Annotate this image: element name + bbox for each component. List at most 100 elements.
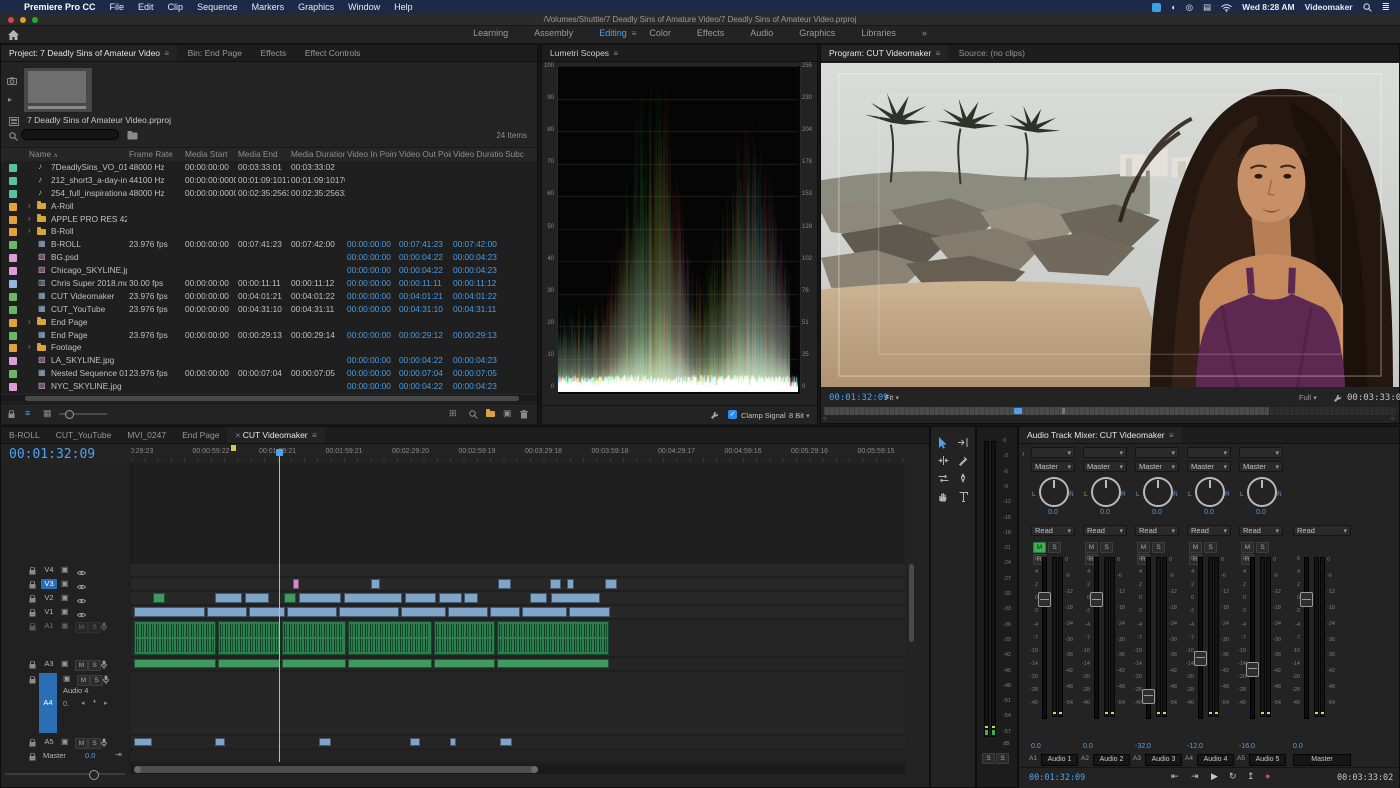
loop-icon[interactable]: ↻ xyxy=(1229,771,1237,782)
fader-handle[interactable] xyxy=(1038,592,1051,607)
input-select[interactable]: ▾ xyxy=(1031,447,1075,458)
readonly-lock-icon[interactable] xyxy=(8,409,15,419)
column-video-out-point[interactable]: Video Out Point xyxy=(397,148,451,161)
bin-row[interactable]: ›APPLE PRO RES 422 (OSX) xyxy=(1,213,537,226)
sequence-marker[interactable] xyxy=(231,445,236,451)
goto-out-icon[interactable]: ⇥ xyxy=(1191,771,1199,782)
meter-solo-left[interactable]: S xyxy=(982,753,995,764)
menu-user[interactable]: Videomaker xyxy=(1305,2,1353,12)
column-media-end[interactable]: Media End xyxy=(236,148,289,161)
pan-value[interactable]: 0.0 xyxy=(1185,509,1233,516)
menu-edit[interactable]: Edit xyxy=(138,2,154,12)
fader-handle[interactable] xyxy=(1300,592,1313,607)
delete-icon[interactable] xyxy=(520,409,528,419)
track-name-field[interactable]: Audio 1 xyxy=(1041,754,1078,766)
track-select-forward-tool[interactable] xyxy=(955,437,971,451)
icon-view-icon[interactable]: ▦ xyxy=(43,408,52,419)
meter-solo-right[interactable]: S xyxy=(996,753,1009,764)
notification-center-icon[interactable]: ≣ xyxy=(1382,2,1390,13)
output-bus-select[interactable]: Master▾ xyxy=(1239,461,1283,472)
pan-value[interactable]: 0.0 xyxy=(1133,509,1181,516)
scrubber-right-handle[interactable]: ○ xyxy=(1391,416,1395,422)
solo-button[interactable]: S xyxy=(1152,542,1165,553)
tab-bin-end-page[interactable]: Bin: End Page xyxy=(180,45,250,61)
timeline-vscrollbar[interactable] xyxy=(909,564,914,642)
fader-handle[interactable] xyxy=(1142,689,1155,704)
camera-icon[interactable]: ◎ xyxy=(1186,2,1193,13)
thumbnail-zoom-slider[interactable] xyxy=(59,413,107,415)
timeline-timecode[interactable]: 00:01:32:09 xyxy=(9,447,95,462)
sequence-tab-b-roll[interactable]: B-ROLL xyxy=(1,427,48,443)
column-video-in-point[interactable]: Video In Point xyxy=(345,148,397,161)
output-bus-select[interactable]: Master▾ xyxy=(1031,461,1075,472)
mute-button[interactable]: M xyxy=(1241,542,1254,553)
bin-row[interactable]: ›End Page xyxy=(1,316,537,329)
tab-lumetri-scopes[interactable]: Lumetri Scopes ≡ xyxy=(542,45,626,61)
tab-audio-track-mixer[interactable]: Audio Track Mixer: CUT Videomaker ≡ xyxy=(1019,427,1182,444)
pan-knob[interactable] xyxy=(1143,477,1173,507)
column-frame-rate[interactable]: Frame Rate xyxy=(127,148,183,161)
program-scrubber[interactable] xyxy=(824,407,1396,415)
workspace-tab-audio[interactable]: Audio xyxy=(737,26,786,40)
program-timecode[interactable]: 00:01:32:09 xyxy=(829,393,889,403)
playback-resolution-select[interactable]: Full ▾ xyxy=(1299,393,1317,402)
sequence-tab-cut_youtube[interactable]: CUT_YouTube xyxy=(48,427,120,443)
bin-hscrollbar[interactable] xyxy=(1,395,537,402)
program-video[interactable] xyxy=(821,63,1399,387)
output-bus-select[interactable]: Master▾ xyxy=(1187,461,1231,472)
list-view-icon[interactable]: ≡ xyxy=(25,408,30,418)
fader-groove[interactable] xyxy=(1198,557,1203,719)
bin-row[interactable]: ›B-Roll xyxy=(1,225,537,238)
bin-row[interactable]: ♪212_short3_a-day-in-the-su44100 Hz00:00… xyxy=(1,174,537,187)
fader-handle[interactable] xyxy=(1194,651,1207,666)
column-media-start[interactable]: Media Start xyxy=(183,148,236,161)
poster-frame-camera-icon[interactable] xyxy=(7,75,17,85)
goto-in-icon[interactable]: ⇤ xyxy=(1171,771,1179,782)
volume-value[interactable]: 0.0 xyxy=(1083,743,1093,750)
bit-depth-select[interactable]: 8 Bit ▾ xyxy=(789,411,810,420)
workspace-tab-learning[interactable]: Learning xyxy=(460,26,521,40)
workspace-tab-graphics[interactable]: Graphics xyxy=(786,26,848,40)
bin-row[interactable]: ♪7DeadlySins_VO_01.wav48000 Hz00:00:00:0… xyxy=(1,161,537,174)
volume-value[interactable]: -12.0 xyxy=(1187,743,1203,750)
fader-groove[interactable] xyxy=(1250,557,1255,719)
mute-button[interactable]: M xyxy=(1033,542,1046,553)
workspace-tab-effects[interactable]: Effects xyxy=(684,26,737,40)
pan-knob[interactable] xyxy=(1039,477,1069,507)
app-status-icon[interactable] xyxy=(1152,3,1161,12)
preview-thumbnail[interactable] xyxy=(23,67,93,113)
fader-handle[interactable] xyxy=(1090,592,1103,607)
volume-value[interactable]: 0.0 xyxy=(1031,743,1041,750)
clamp-signal-checkbox[interactable]: ✓ xyxy=(728,410,737,419)
bin-row[interactable]: ▦Nested Sequence 0123.976 fps00:00:00:00… xyxy=(1,367,537,380)
bin-row[interactable]: ›A-Roll xyxy=(1,200,537,213)
tab-effects[interactable]: Effects xyxy=(252,45,294,61)
menu-clock[interactable]: Wed 8:28 AM xyxy=(1242,2,1294,12)
bin-row[interactable]: ♪254_full_inspirational-outro48000 Hz00:… xyxy=(1,187,537,200)
new-item-icon[interactable]: ▣ xyxy=(503,408,512,419)
bin-row[interactable]: ▦CUT_YouTube23.976 fps00:00:00:0000:04:3… xyxy=(1,303,537,316)
ripple-edit-tool[interactable] xyxy=(935,455,951,469)
pan-value[interactable]: 0.0 xyxy=(1081,509,1129,516)
automation-mode-select[interactable]: Read▾ xyxy=(1135,525,1179,536)
sequence-tab-end-page[interactable]: End Page xyxy=(174,427,227,443)
input-select[interactable]: ▾ xyxy=(1135,447,1179,458)
mute-button[interactable]: M xyxy=(1137,542,1150,553)
menu-graphics[interactable]: Graphics xyxy=(298,2,334,12)
tab-project[interactable]: Project: 7 Deadly Sins of Amateur Video … xyxy=(1,45,177,62)
output-bus-select[interactable]: Master▾ xyxy=(1083,461,1127,472)
tab-source[interactable]: Source: (no clips) xyxy=(951,45,1033,61)
volume-value[interactable]: 0.0 xyxy=(1293,743,1303,750)
input-select[interactable]: ▾ xyxy=(1239,447,1283,458)
razor-tool[interactable] xyxy=(955,455,971,469)
play-preview-icon[interactable]: ▸ xyxy=(8,95,12,104)
track-name-field[interactable]: Audio 3 xyxy=(1145,754,1182,766)
automation-mode-select[interactable]: Read▾ xyxy=(1239,525,1283,536)
spotlight-icon[interactable] xyxy=(1363,2,1372,12)
bin-row[interactable]: ▥Chris Super 2018.mov30.00 fps00:00:00:0… xyxy=(1,277,537,290)
app-menu[interactable]: Premiere Pro CC xyxy=(24,2,96,12)
pan-knob[interactable] xyxy=(1247,477,1277,507)
bin-row[interactable]: ▦B-ROLL23.976 fps00:00:00:0000:07:41:230… xyxy=(1,238,537,251)
input-select[interactable]: ▾ xyxy=(1187,447,1231,458)
fader-groove[interactable] xyxy=(1304,557,1309,719)
